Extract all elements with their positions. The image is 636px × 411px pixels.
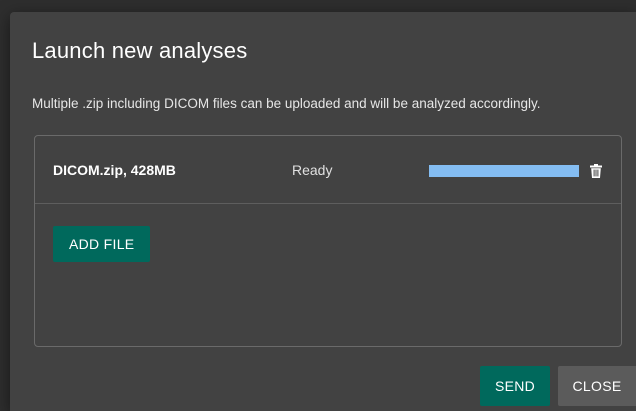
delete-file-button[interactable] — [586, 161, 606, 181]
file-name: DICOM.zip, 428MB — [53, 162, 176, 178]
dialog-description: Multiple .zip including DICOM files can … — [32, 96, 541, 111]
launch-analyses-dialog: Launch new analyses Multiple .zip includ… — [10, 12, 636, 411]
dialog-title: Launch new analyses — [32, 38, 248, 63]
file-status: Ready — [292, 162, 333, 178]
close-button[interactable]: CLOSE — [558, 366, 636, 406]
file-dropzone[interactable]: DICOM.zip, 428MB Ready ADD FILE — [34, 135, 622, 347]
add-file-button[interactable]: ADD FILE — [53, 226, 151, 262]
upload-progress-bar — [429, 165, 579, 177]
file-row: DICOM.zip, 428MB Ready — [35, 136, 621, 204]
upload-progress-fill — [429, 165, 579, 177]
send-button[interactable]: SEND — [480, 366, 550, 406]
page-backdrop: Launch new analyses Multiple .zip includ… — [0, 0, 636, 411]
trash-icon — [590, 164, 602, 178]
